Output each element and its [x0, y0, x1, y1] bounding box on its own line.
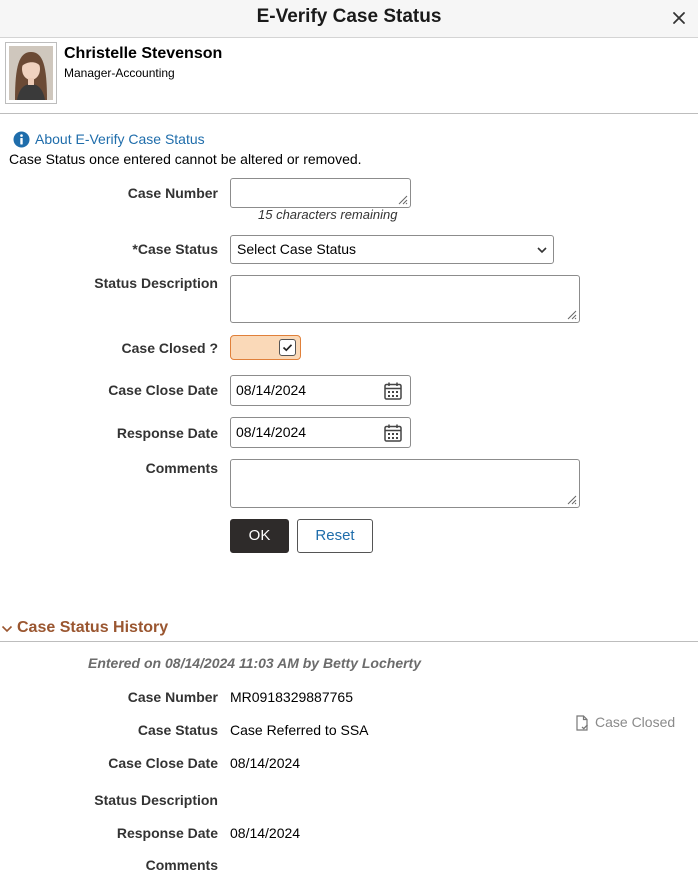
status-description-input[interactable]: [230, 275, 580, 323]
history-case-number-label: Case Number: [128, 689, 218, 705]
close-icon[interactable]: [670, 9, 688, 27]
about-everify-link[interactable]: About E-Verify Case Status: [35, 131, 205, 147]
history-case-number: MR0918329887765: [230, 689, 353, 705]
calendar-icon[interactable]: [383, 423, 403, 443]
modal-title: E-Verify Case Status: [0, 6, 698, 28]
case-close-date-label: Case Close Date: [108, 382, 218, 398]
document-check-icon: [575, 715, 589, 731]
history-case-close-date: 08/14/2024: [230, 755, 300, 771]
case-number-label: Case Number: [128, 185, 218, 201]
resize-grip-icon[interactable]: [565, 493, 577, 505]
response-date-label: Response Date: [117, 425, 218, 441]
chevron-down-icon[interactable]: [1, 623, 13, 635]
history-case-close-date-label: Case Close Date: [108, 755, 218, 771]
employee-name: Christelle Stevenson: [64, 45, 222, 63]
response-date-input[interactable]: 08/14/2024: [230, 417, 411, 448]
checkbox-box[interactable]: [279, 339, 296, 356]
checkmark-icon: [280, 340, 295, 355]
info-note: Case Status once entered cannot be alter…: [9, 151, 362, 167]
calendar-icon[interactable]: [383, 381, 403, 401]
info-icon: [13, 131, 30, 148]
case-number-input[interactable]: [230, 178, 411, 208]
modal-header: E-Verify Case Status: [0, 0, 698, 38]
history-case-status: Case Referred to SSA: [230, 722, 369, 738]
history-response-date-label: Response Date: [117, 825, 218, 841]
employee-title: Manager-Accounting: [64, 66, 175, 80]
history-status-description-label: Status Description: [94, 792, 218, 808]
divider: [0, 641, 698, 642]
comments-input[interactable]: [230, 459, 580, 508]
case-closed-checkbox[interactable]: [230, 335, 301, 360]
characters-remaining: 15 characters remaining: [258, 207, 397, 222]
case-status-select[interactable]: Select Case Status: [230, 235, 554, 264]
history-comments-label: Comments: [146, 857, 218, 873]
reset-button[interactable]: Reset: [297, 519, 373, 553]
divider: [0, 113, 698, 114]
case-close-date-input[interactable]: 08/14/2024: [230, 375, 411, 406]
history-case-status-label: Case Status: [138, 722, 218, 738]
resize-grip-icon[interactable]: [565, 308, 577, 320]
case-status-selected-value: Select Case Status: [237, 241, 356, 257]
comments-label: Comments: [146, 460, 218, 476]
case-closed-label: Case Closed ?: [122, 340, 218, 356]
history-response-date: 08/14/2024: [230, 825, 300, 841]
avatar: [5, 42, 57, 104]
case-status-label: *Case Status: [132, 241, 218, 257]
status-description-label: Status Description: [94, 275, 218, 291]
ok-button[interactable]: OK: [230, 519, 289, 553]
history-entered-info: Entered on 08/14/2024 11:03 AM by Betty …: [88, 655, 421, 671]
case-closed-badge: Case Closed: [595, 714, 675, 730]
case-close-date-value: 08/14/2024: [236, 382, 306, 398]
response-date-value: 08/14/2024: [236, 424, 306, 440]
case-status-history-header[interactable]: Case Status History: [17, 619, 168, 637]
chevron-down-icon: [537, 245, 547, 255]
person-photo-icon: [9, 46, 53, 100]
resize-grip-icon[interactable]: [396, 193, 408, 205]
